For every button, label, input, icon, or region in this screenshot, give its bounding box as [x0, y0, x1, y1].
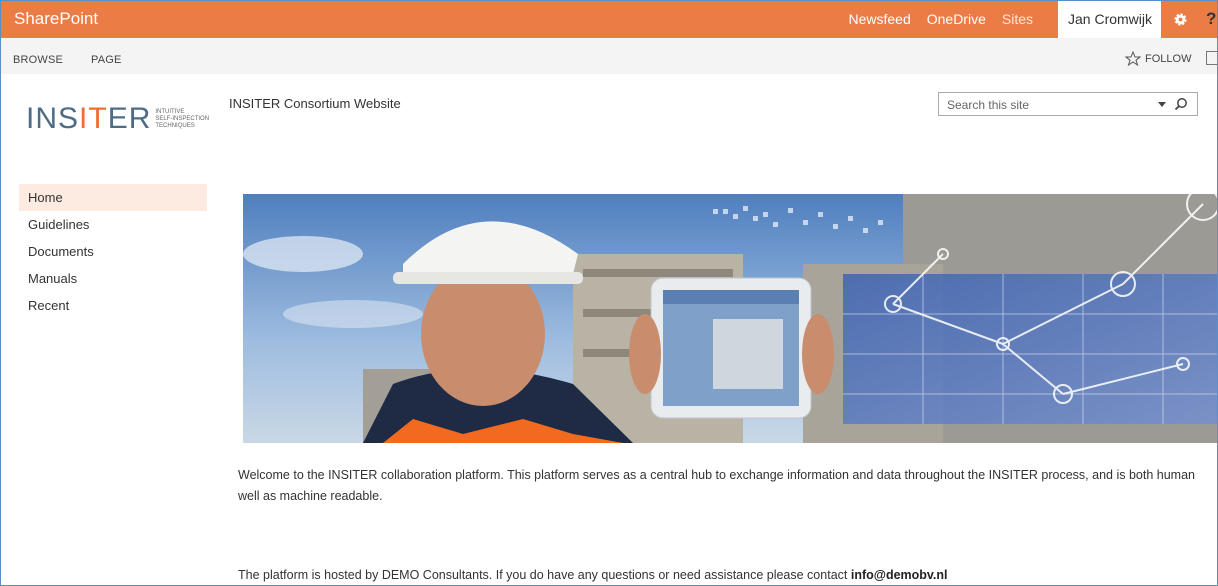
suite-nav: Newsfeed OneDrive Sites — [840, 1, 1041, 38]
search-input[interactable] — [945, 96, 1149, 114]
suite-bar: SharePoint Newsfeed OneDrive Sites Jan C… — [1, 1, 1217, 60]
sharepoint-brand[interactable]: SharePoint — [14, 9, 98, 29]
contact-email[interactable]: info@demobv.nl — [851, 568, 948, 582]
nav-item-recent[interactable]: Recent — [19, 292, 207, 319]
sharepoint-window: SharePoint Newsfeed OneDrive Sites Jan C… — [0, 0, 1218, 586]
follow-button[interactable]: FOLLOW — [1125, 51, 1191, 66]
search-icon[interactable] — [1174, 97, 1188, 111]
site-logo[interactable]: INSITER INTUITIVE SELF-INSPECTION TECHNI… — [26, 97, 217, 141]
ribbon: BROWSE PAGE FOLLOW — [1, 38, 1217, 74]
nav-item-home[interactable]: Home — [19, 184, 207, 211]
welcome-line-1: Welcome to the INSITER collaboration pla… — [238, 468, 1195, 482]
star-icon — [1125, 51, 1141, 66]
newsfeed-link[interactable]: Newsfeed — [840, 1, 918, 38]
site-title[interactable]: INSITER Consortium Website — [229, 96, 401, 111]
sites-link[interactable]: Sites — [994, 1, 1041, 38]
nav-item-manuals[interactable]: Manuals — [19, 265, 207, 292]
follow-label: FOLLOW — [1145, 52, 1192, 65]
nav-item-guidelines[interactable]: Guidelines — [19, 211, 207, 238]
welcome-line-2: well as machine readable. — [238, 489, 383, 503]
gear-icon[interactable] — [1173, 12, 1188, 27]
tab-browse[interactable]: BROWSE — [13, 54, 63, 66]
nav-item-documents[interactable]: Documents — [19, 238, 207, 265]
hero-image — [243, 194, 1217, 443]
tab-page[interactable]: PAGE — [91, 54, 122, 66]
welcome-text: Welcome to the INSITER collaboration pla… — [238, 465, 1217, 507]
search-box — [938, 92, 1198, 116]
user-name: Jan Cromwijk — [1068, 11, 1153, 27]
search-scope-dropdown-icon[interactable] — [1158, 102, 1166, 107]
focus-icon[interactable] — [1206, 51, 1217, 65]
logo-wordmark: INSITER — [26, 102, 152, 135]
quick-launch: Home Guidelines Documents Manuals Recent — [19, 184, 207, 319]
logo-tagline: INTUITIVE SELF-INSPECTION TECHNIQUES — [155, 108, 210, 129]
onedrive-link[interactable]: OneDrive — [919, 1, 994, 38]
hosted-text: The platform is hosted by DEMO Consultan… — [238, 568, 948, 582]
user-menu[interactable]: Jan Cromwijk — [1058, 1, 1161, 60]
help-icon[interactable]: ? — [1206, 9, 1216, 29]
